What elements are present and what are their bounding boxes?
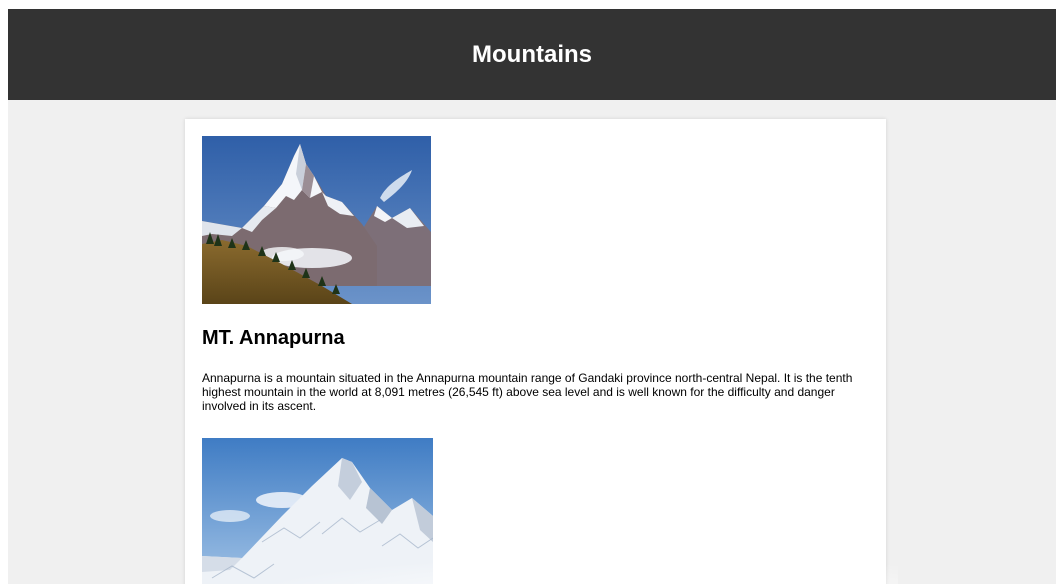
annapurna-image bbox=[202, 136, 431, 304]
site-header: Mountains bbox=[8, 9, 1056, 100]
mountain-description: Annapurna is a mountain situated in the … bbox=[202, 371, 853, 413]
page: Mountains MT. Annapurna Annapurna is a m… bbox=[8, 9, 1056, 584]
page-title: Mountains bbox=[472, 40, 592, 68]
mountain-title: MT. Annapurna bbox=[202, 327, 345, 349]
mountain-list-card: MT. Annapurna Annapurna is a mountain si… bbox=[185, 119, 886, 584]
snowy-peak-image bbox=[202, 438, 433, 584]
